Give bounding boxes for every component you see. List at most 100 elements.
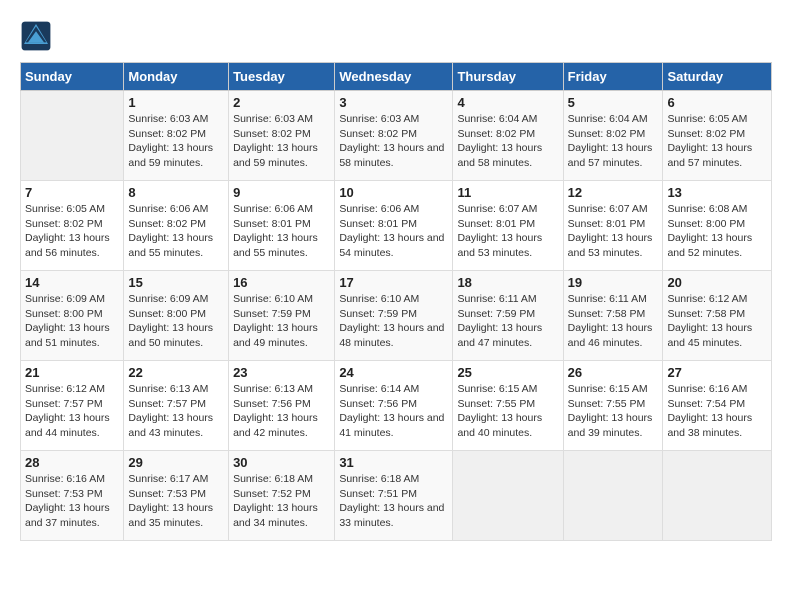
calendar-cell: 24 Sunrise: 6:14 AM Sunset: 7:56 PM Dayl… bbox=[335, 361, 453, 451]
weekday-header-cell: Tuesday bbox=[229, 63, 335, 91]
calendar-cell: 10 Sunrise: 6:06 AM Sunset: 8:01 PM Dayl… bbox=[335, 181, 453, 271]
day-info: Sunrise: 6:07 AM Sunset: 8:01 PM Dayligh… bbox=[568, 202, 659, 261]
calendar-cell: 6 Sunrise: 6:05 AM Sunset: 8:02 PM Dayli… bbox=[663, 91, 772, 181]
calendar-cell: 4 Sunrise: 6:04 AM Sunset: 8:02 PM Dayli… bbox=[453, 91, 563, 181]
day-info: Sunrise: 6:15 AM Sunset: 7:55 PM Dayligh… bbox=[568, 382, 659, 441]
calendar-cell: 18 Sunrise: 6:11 AM Sunset: 7:59 PM Dayl… bbox=[453, 271, 563, 361]
calendar-week-row: 7 Sunrise: 6:05 AM Sunset: 8:02 PM Dayli… bbox=[21, 181, 772, 271]
calendar-cell bbox=[563, 451, 663, 541]
day-number: 23 bbox=[233, 365, 330, 380]
weekday-header-cell: Monday bbox=[124, 63, 229, 91]
calendar-cell bbox=[663, 451, 772, 541]
day-number: 10 bbox=[339, 185, 448, 200]
calendar-cell: 27 Sunrise: 6:16 AM Sunset: 7:54 PM Dayl… bbox=[663, 361, 772, 451]
day-info: Sunrise: 6:16 AM Sunset: 7:54 PM Dayligh… bbox=[667, 382, 767, 441]
calendar-cell: 21 Sunrise: 6:12 AM Sunset: 7:57 PM Dayl… bbox=[21, 361, 124, 451]
day-info: Sunrise: 6:09 AM Sunset: 8:00 PM Dayligh… bbox=[128, 292, 224, 351]
day-info: Sunrise: 6:05 AM Sunset: 8:02 PM Dayligh… bbox=[667, 112, 767, 171]
day-number: 31 bbox=[339, 455, 448, 470]
calendar-cell bbox=[453, 451, 563, 541]
calendar-week-row: 14 Sunrise: 6:09 AM Sunset: 8:00 PM Dayl… bbox=[21, 271, 772, 361]
day-number: 17 bbox=[339, 275, 448, 290]
day-number: 2 bbox=[233, 95, 330, 110]
day-number: 8 bbox=[128, 185, 224, 200]
calendar-cell: 5 Sunrise: 6:04 AM Sunset: 8:02 PM Dayli… bbox=[563, 91, 663, 181]
day-info: Sunrise: 6:06 AM Sunset: 8:01 PM Dayligh… bbox=[339, 202, 448, 261]
calendar-cell: 19 Sunrise: 6:11 AM Sunset: 7:58 PM Dayl… bbox=[563, 271, 663, 361]
day-number: 26 bbox=[568, 365, 659, 380]
calendar-cell: 11 Sunrise: 6:07 AM Sunset: 8:01 PM Dayl… bbox=[453, 181, 563, 271]
logo-icon bbox=[20, 20, 52, 52]
page-header bbox=[20, 20, 772, 52]
calendar-cell: 20 Sunrise: 6:12 AM Sunset: 7:58 PM Dayl… bbox=[663, 271, 772, 361]
calendar-cell: 25 Sunrise: 6:15 AM Sunset: 7:55 PM Dayl… bbox=[453, 361, 563, 451]
day-number: 14 bbox=[25, 275, 119, 290]
day-info: Sunrise: 6:06 AM Sunset: 8:02 PM Dayligh… bbox=[128, 202, 224, 261]
day-info: Sunrise: 6:04 AM Sunset: 8:02 PM Dayligh… bbox=[457, 112, 558, 171]
day-info: Sunrise: 6:17 AM Sunset: 7:53 PM Dayligh… bbox=[128, 472, 224, 531]
day-info: Sunrise: 6:10 AM Sunset: 7:59 PM Dayligh… bbox=[233, 292, 330, 351]
weekday-header-cell: Wednesday bbox=[335, 63, 453, 91]
day-number: 15 bbox=[128, 275, 224, 290]
day-number: 16 bbox=[233, 275, 330, 290]
weekday-header-cell: Friday bbox=[563, 63, 663, 91]
day-info: Sunrise: 6:11 AM Sunset: 7:59 PM Dayligh… bbox=[457, 292, 558, 351]
day-info: Sunrise: 6:14 AM Sunset: 7:56 PM Dayligh… bbox=[339, 382, 448, 441]
day-number: 1 bbox=[128, 95, 224, 110]
calendar-cell: 3 Sunrise: 6:03 AM Sunset: 8:02 PM Dayli… bbox=[335, 91, 453, 181]
day-number: 13 bbox=[667, 185, 767, 200]
calendar-cell: 26 Sunrise: 6:15 AM Sunset: 7:55 PM Dayl… bbox=[563, 361, 663, 451]
calendar-cell: 22 Sunrise: 6:13 AM Sunset: 7:57 PM Dayl… bbox=[124, 361, 229, 451]
weekday-header-cell: Thursday bbox=[453, 63, 563, 91]
day-number: 30 bbox=[233, 455, 330, 470]
day-number: 9 bbox=[233, 185, 330, 200]
day-number: 19 bbox=[568, 275, 659, 290]
day-number: 11 bbox=[457, 185, 558, 200]
calendar-cell bbox=[21, 91, 124, 181]
day-number: 29 bbox=[128, 455, 224, 470]
day-info: Sunrise: 6:03 AM Sunset: 8:02 PM Dayligh… bbox=[233, 112, 330, 171]
day-info: Sunrise: 6:08 AM Sunset: 8:00 PM Dayligh… bbox=[667, 202, 767, 261]
day-number: 27 bbox=[667, 365, 767, 380]
day-number: 28 bbox=[25, 455, 119, 470]
day-info: Sunrise: 6:18 AM Sunset: 7:51 PM Dayligh… bbox=[339, 472, 448, 531]
calendar-cell: 9 Sunrise: 6:06 AM Sunset: 8:01 PM Dayli… bbox=[229, 181, 335, 271]
calendar-header: SundayMondayTuesdayWednesdayThursdayFrid… bbox=[21, 63, 772, 91]
day-info: Sunrise: 6:15 AM Sunset: 7:55 PM Dayligh… bbox=[457, 382, 558, 441]
day-info: Sunrise: 6:07 AM Sunset: 8:01 PM Dayligh… bbox=[457, 202, 558, 261]
day-number: 3 bbox=[339, 95, 448, 110]
day-number: 18 bbox=[457, 275, 558, 290]
calendar-cell: 29 Sunrise: 6:17 AM Sunset: 7:53 PM Dayl… bbox=[124, 451, 229, 541]
day-info: Sunrise: 6:13 AM Sunset: 7:56 PM Dayligh… bbox=[233, 382, 330, 441]
calendar-cell: 23 Sunrise: 6:13 AM Sunset: 7:56 PM Dayl… bbox=[229, 361, 335, 451]
calendar-cell: 16 Sunrise: 6:10 AM Sunset: 7:59 PM Dayl… bbox=[229, 271, 335, 361]
day-number: 25 bbox=[457, 365, 558, 380]
calendar-cell: 13 Sunrise: 6:08 AM Sunset: 8:00 PM Dayl… bbox=[663, 181, 772, 271]
day-info: Sunrise: 6:03 AM Sunset: 8:02 PM Dayligh… bbox=[128, 112, 224, 171]
day-number: 21 bbox=[25, 365, 119, 380]
calendar-cell: 12 Sunrise: 6:07 AM Sunset: 8:01 PM Dayl… bbox=[563, 181, 663, 271]
day-number: 20 bbox=[667, 275, 767, 290]
day-info: Sunrise: 6:11 AM Sunset: 7:58 PM Dayligh… bbox=[568, 292, 659, 351]
calendar-week-row: 21 Sunrise: 6:12 AM Sunset: 7:57 PM Dayl… bbox=[21, 361, 772, 451]
day-info: Sunrise: 6:16 AM Sunset: 7:53 PM Dayligh… bbox=[25, 472, 119, 531]
logo bbox=[20, 20, 56, 52]
day-info: Sunrise: 6:06 AM Sunset: 8:01 PM Dayligh… bbox=[233, 202, 330, 261]
day-info: Sunrise: 6:10 AM Sunset: 7:59 PM Dayligh… bbox=[339, 292, 448, 351]
calendar-week-row: 1 Sunrise: 6:03 AM Sunset: 8:02 PM Dayli… bbox=[21, 91, 772, 181]
calendar-cell: 28 Sunrise: 6:16 AM Sunset: 7:53 PM Dayl… bbox=[21, 451, 124, 541]
day-info: Sunrise: 6:05 AM Sunset: 8:02 PM Dayligh… bbox=[25, 202, 119, 261]
weekday-header-cell: Saturday bbox=[663, 63, 772, 91]
day-number: 24 bbox=[339, 365, 448, 380]
calendar-cell: 30 Sunrise: 6:18 AM Sunset: 7:52 PM Dayl… bbox=[229, 451, 335, 541]
calendar-cell: 15 Sunrise: 6:09 AM Sunset: 8:00 PM Dayl… bbox=[124, 271, 229, 361]
calendar-cell: 1 Sunrise: 6:03 AM Sunset: 8:02 PM Dayli… bbox=[124, 91, 229, 181]
calendar-cell: 2 Sunrise: 6:03 AM Sunset: 8:02 PM Dayli… bbox=[229, 91, 335, 181]
calendar-table: SundayMondayTuesdayWednesdayThursdayFrid… bbox=[20, 62, 772, 541]
day-number: 6 bbox=[667, 95, 767, 110]
calendar-cell: 14 Sunrise: 6:09 AM Sunset: 8:00 PM Dayl… bbox=[21, 271, 124, 361]
day-info: Sunrise: 6:03 AM Sunset: 8:02 PM Dayligh… bbox=[339, 112, 448, 171]
day-number: 7 bbox=[25, 185, 119, 200]
calendar-cell: 8 Sunrise: 6:06 AM Sunset: 8:02 PM Dayli… bbox=[124, 181, 229, 271]
calendar-cell: 31 Sunrise: 6:18 AM Sunset: 7:51 PM Dayl… bbox=[335, 451, 453, 541]
